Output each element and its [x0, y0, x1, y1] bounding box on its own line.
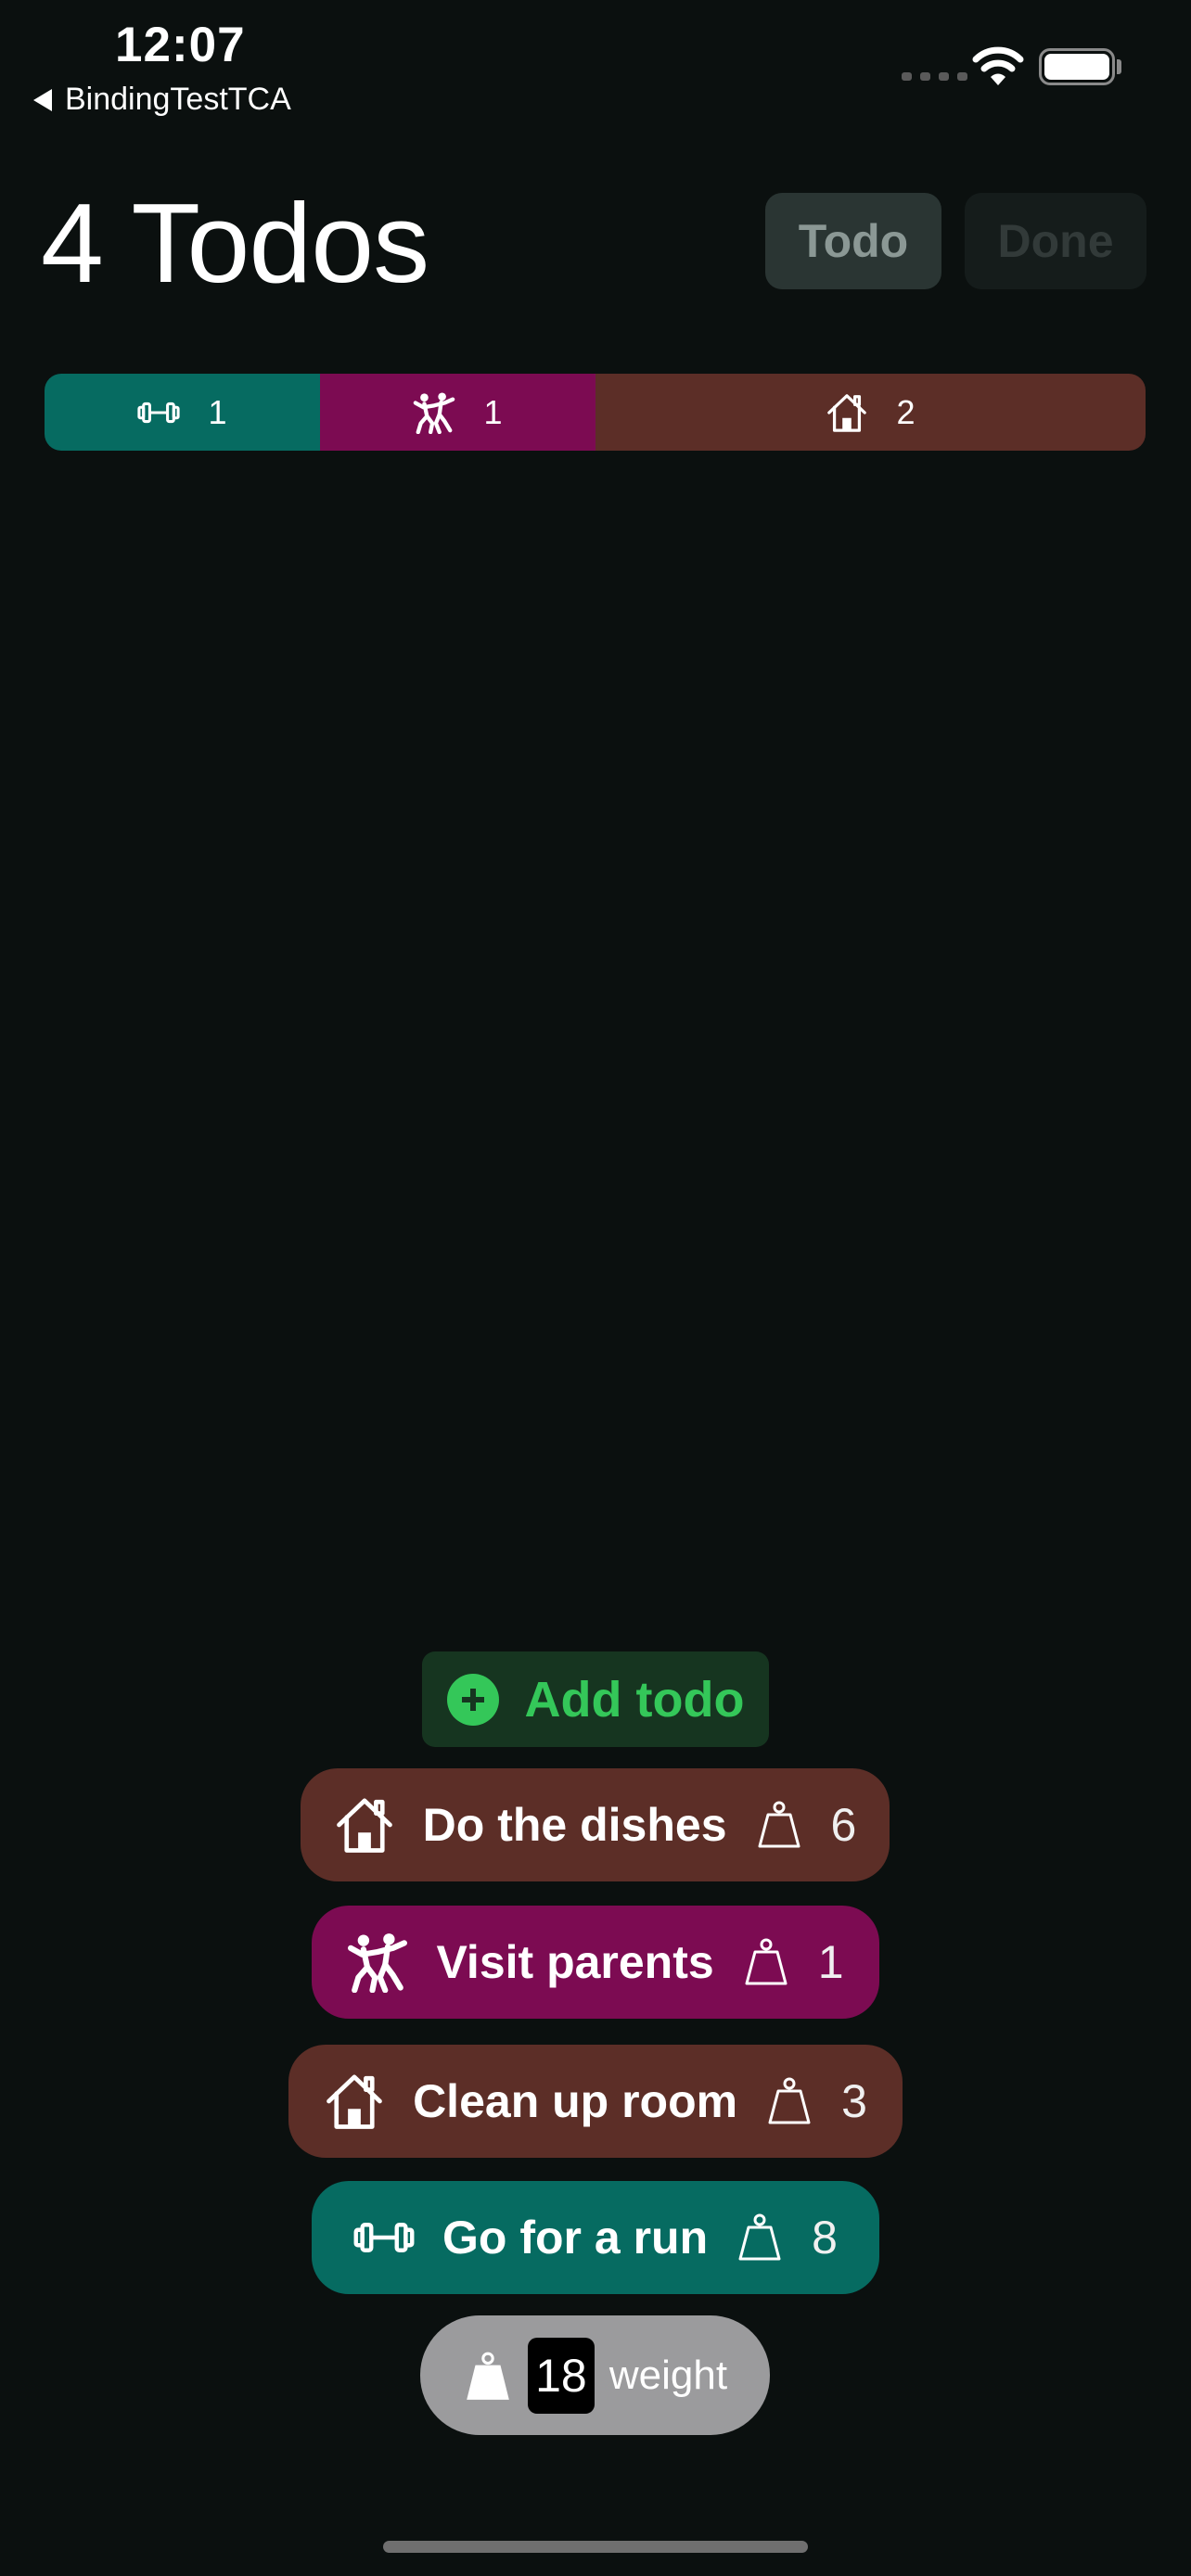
todo-title: Do the dishes — [422, 1799, 727, 1851]
todo-title: Clean up room — [413, 2075, 738, 2127]
category-count: 2 — [896, 392, 916, 431]
dancing-people-icon — [348, 1933, 408, 1993]
total-weight-badge: 18 weight — [420, 2315, 770, 2435]
back-arrow-icon — [33, 88, 52, 111]
category-summary-bar: 1 1 2 — [45, 374, 1146, 451]
page-title: 4 Todos — [41, 180, 429, 306]
category-social-segment[interactable]: 1 — [320, 374, 596, 451]
todo-item[interactable]: Clean up room 3 — [288, 2045, 903, 2158]
todo-title: Go for a run — [442, 2212, 709, 2264]
back-app-label: BindingTestTCA — [65, 82, 291, 117]
dumbbell-icon — [353, 2223, 415, 2252]
todo-item[interactable]: Do the dishes 6 — [301, 1768, 890, 1881]
todo-weight: 3 — [841, 2075, 867, 2127]
back-to-app-button[interactable]: BindingTestTCA — [33, 82, 291, 118]
add-todo-button[interactable]: Add todo — [422, 1651, 769, 1747]
house-icon — [827, 393, 867, 432]
todo-weight: 6 — [830, 1799, 857, 1851]
add-todo-label: Add todo — [524, 1671, 745, 1728]
status-time: 12:07 — [115, 18, 246, 72]
plus-circle-icon — [446, 1673, 499, 1726]
battery-icon — [1039, 48, 1115, 85]
todo-item[interactable]: Visit parents 1 — [312, 1906, 879, 2019]
category-fitness-segment[interactable]: 1 — [45, 374, 320, 451]
todo-weight: 8 — [812, 2212, 838, 2264]
total-weight-label: weight — [608, 2352, 728, 2398]
category-count: 1 — [208, 392, 227, 431]
total-weight-value: 18 — [527, 2337, 595, 2414]
dumbbell-icon — [137, 402, 181, 423]
weight-icon — [745, 1938, 788, 1985]
category-home-segment[interactable]: 2 — [596, 374, 1146, 451]
weight-icon — [738, 2213, 781, 2261]
weight-icon — [768, 2077, 811, 2124]
dancing-people-icon — [414, 391, 455, 434]
house-icon — [336, 1798, 392, 1853]
house-icon — [327, 2074, 382, 2129]
filter-todo-button[interactable]: Todo — [765, 193, 941, 289]
filter-done-button[interactable]: Done — [965, 193, 1146, 289]
wifi-icon — [972, 46, 1024, 85]
weight-icon — [467, 2352, 509, 2400]
cellular-signal-icon — [902, 72, 967, 81]
todo-title: Visit parents — [436, 1936, 714, 1988]
weight-icon — [758, 1801, 800, 1848]
category-count: 1 — [483, 392, 503, 431]
todo-item[interactable]: Go for a run 8 — [312, 2181, 879, 2294]
todo-weight: 1 — [817, 1936, 844, 1988]
home-indicator[interactable] — [383, 2541, 808, 2553]
